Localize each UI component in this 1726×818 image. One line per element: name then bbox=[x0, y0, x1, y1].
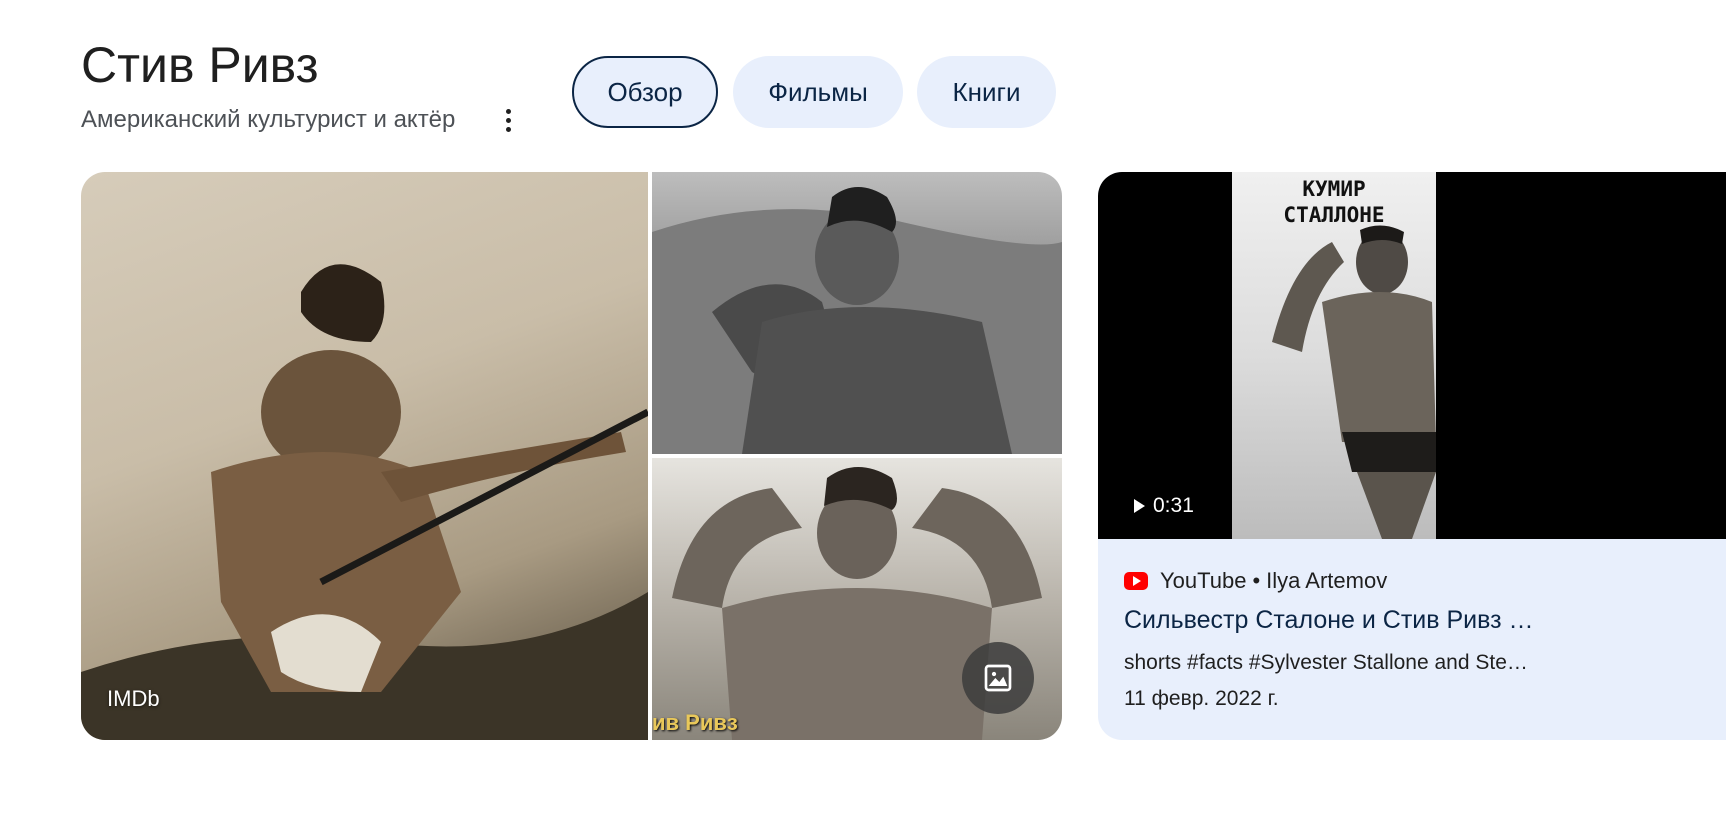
image-gallery: IMDb ив Ривз bbox=[81, 172, 1062, 740]
video-date: 11 февр. 2022 г. bbox=[1124, 687, 1279, 710]
image-overlay-text: ив Ривз bbox=[652, 710, 738, 735]
tab-books[interactable]: Книги bbox=[917, 56, 1056, 128]
video-description: shorts #facts #Sylvester Stallone and St… bbox=[1124, 651, 1528, 674]
entity-subtitle: Американский культурист и актёр bbox=[81, 106, 456, 133]
image-source-label: IMDb bbox=[107, 686, 160, 711]
video-source: YouTube • Ilya Artemov bbox=[1124, 568, 1387, 594]
play-icon bbox=[1134, 499, 1145, 513]
image-3[interactable]: ив Ривз bbox=[652, 458, 1062, 740]
tab-films[interactable]: Фильмы bbox=[733, 56, 903, 128]
entity-title: Стив Ривз bbox=[81, 37, 319, 93]
video-thumbnail-frame: КУМИР СТАЛЛОНЕ bbox=[1232, 172, 1436, 539]
image-icon bbox=[984, 664, 1012, 692]
more-vert-icon bbox=[505, 108, 511, 114]
video-title[interactable]: Сильвестр Сталоне и Стив Ривз … bbox=[1124, 604, 1544, 636]
source-separator: • bbox=[1252, 568, 1261, 593]
bodybuilder-photo-figure bbox=[652, 187, 1062, 454]
main-image[interactable]: IMDb bbox=[81, 172, 648, 740]
tab-overview[interactable]: Обзор bbox=[572, 56, 718, 128]
image-2[interactable] bbox=[652, 172, 1062, 454]
video-thumbnail[interactable]: КУМИР СТАЛЛОНЕ 0:31 bbox=[1098, 172, 1726, 539]
more-images-button[interactable] bbox=[962, 642, 1034, 714]
bodybuilder-photo-figure bbox=[81, 264, 648, 740]
video-channel: Ilya Artemov bbox=[1266, 568, 1388, 593]
youtube-icon bbox=[1124, 572, 1148, 590]
video-platform: YouTube bbox=[1160, 568, 1247, 593]
video-thumbnail-caption: КУМИР СТАЛЛОНЕ bbox=[1283, 177, 1385, 227]
more-options-button[interactable] bbox=[494, 104, 522, 136]
video-duration: 0:31 bbox=[1134, 494, 1194, 518]
video-card[interactable]: КУМИР СТАЛЛОНЕ 0:31 YouTube • Ilya Artem… bbox=[1098, 172, 1726, 740]
